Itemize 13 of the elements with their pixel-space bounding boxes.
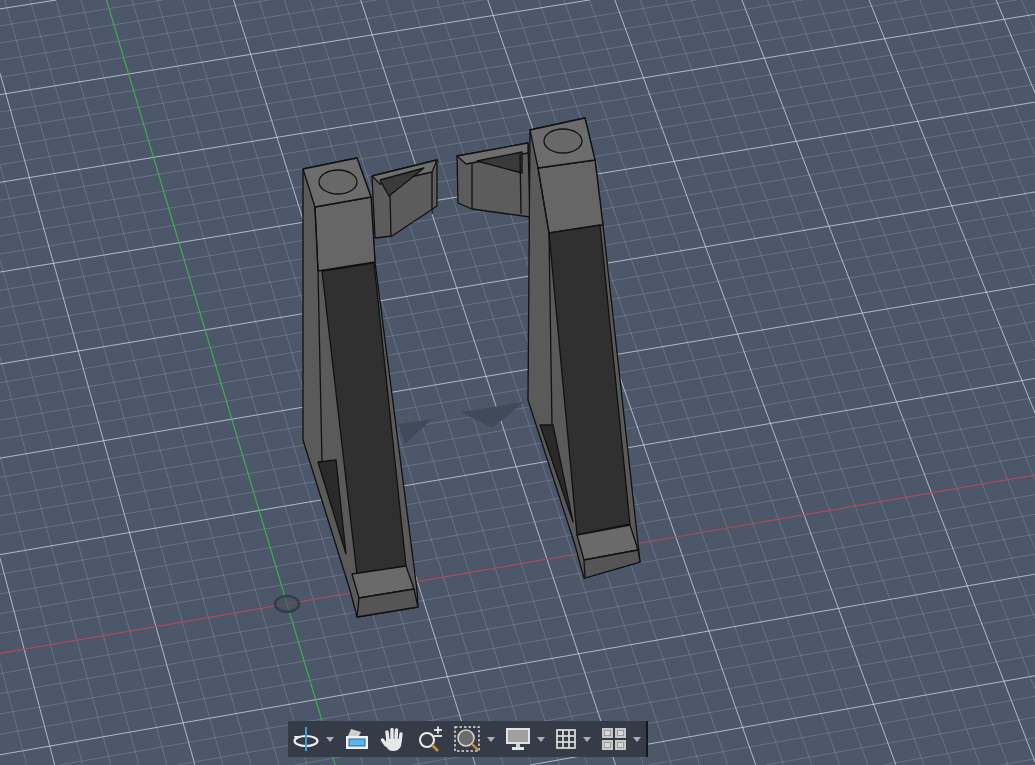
four-panes-icon: [602, 728, 626, 750]
zoom-icon: [417, 726, 443, 752]
orbit-button[interactable]: [291, 724, 336, 754]
fit-button[interactable]: [452, 724, 497, 754]
orbit-icon: [293, 726, 319, 752]
origin-ring-icon: [273, 594, 301, 614]
grid-icon: [556, 729, 576, 749]
box-window-icon: [345, 728, 369, 750]
shadow-drawing: [398, 419, 432, 444]
magnifier-frame-icon: [454, 726, 480, 752]
monitor-icon: [506, 728, 530, 750]
hand-icon: [380, 726, 406, 752]
shadow-drawing: [461, 402, 524, 428]
